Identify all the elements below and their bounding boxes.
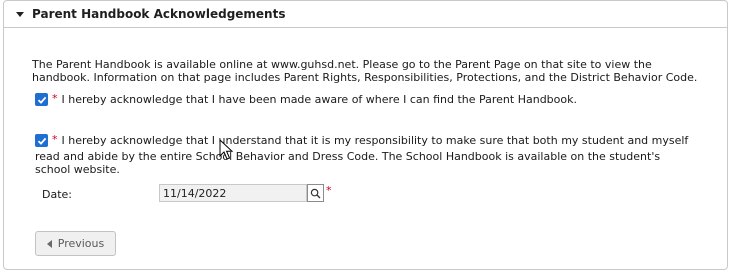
ack2-text-line1: I hereby acknowledge that I understand t… — [61, 134, 689, 147]
magnifier-icon — [310, 188, 321, 198]
panel-header[interactable]: Parent Handbook Acknowledgements — [4, 1, 727, 28]
ack2-text-continued: read and abide by the entire School Beha… — [35, 150, 661, 176]
acknowledgement-1: * I hereby acknowledge that I have been … — [35, 92, 577, 107]
ack2-checkbox[interactable] — [35, 134, 48, 147]
panel-title: Parent Handbook Acknowledgements — [32, 7, 286, 21]
acknowledgement-2: * I hereby acknowledge that I understand… — [35, 133, 705, 148]
required-asterisk: * — [52, 133, 58, 146]
mouse-cursor-icon — [219, 139, 233, 160]
checkmark-icon — [37, 96, 46, 104]
date-required-asterisk: * — [326, 184, 332, 197]
date-picker-button[interactable] — [307, 184, 324, 202]
left-arrow-icon — [46, 239, 52, 248]
required-asterisk: * — [52, 92, 58, 105]
date-label: Date: — [42, 188, 72, 201]
date-input[interactable] — [159, 184, 307, 202]
checkmark-icon — [37, 137, 46, 145]
handbook-intro-text: The Parent Handbook is available online … — [32, 58, 698, 84]
ack1-checkbox[interactable] — [35, 93, 48, 106]
previous-button[interactable]: Previous — [35, 231, 116, 256]
collapse-caret-icon[interactable] — [16, 11, 24, 17]
previous-label: Previous — [57, 237, 105, 250]
ack1-text: I hereby acknowledge that I have been ma… — [61, 93, 578, 106]
